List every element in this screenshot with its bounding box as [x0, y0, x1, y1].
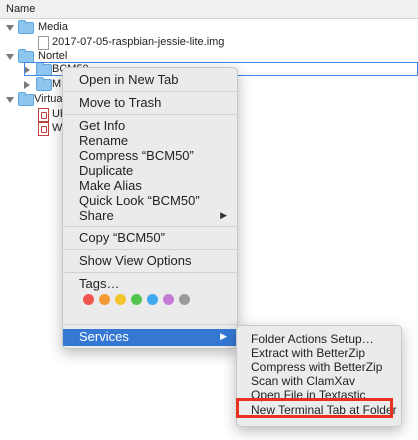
submenu-arrow-icon: ▶ — [220, 210, 227, 220]
folder-icon — [18, 20, 34, 34]
list-item[interactable]: ME — [0, 77, 69, 92]
menu-item-rename[interactable]: Rename — [79, 133, 128, 149]
submenu-item-scan-clamxav[interactable]: Scan with ClamXav — [251, 374, 355, 388]
item-label: 2017-07-05-raspbian-jessie-lite.img — [52, 36, 225, 48]
menu-item-services-label: Services — [79, 329, 129, 344]
submenu-item-compress-betterzip[interactable]: Compress with BetterZip — [251, 360, 382, 374]
menu-item-show-view-options[interactable]: Show View Options — [79, 253, 192, 269]
name-column-label: Name — [6, 3, 36, 15]
tag-orange-icon[interactable] — [99, 294, 110, 305]
menu-item-copy[interactable]: Copy “BCM50” — [79, 230, 165, 246]
menu-item-services[interactable]: Services ▶ — [63, 329, 237, 346]
submenu-item-folder-actions[interactable]: Folder Actions Setup… — [251, 332, 374, 346]
menu-item-make-alias[interactable]: Make Alias — [79, 178, 142, 194]
menu-item-share[interactable]: Share — [79, 208, 114, 224]
menu-separator — [63, 272, 237, 273]
menu-separator — [63, 324, 237, 325]
column-header[interactable]: Name — [0, 0, 418, 19]
tag-purple-icon[interactable] — [163, 294, 174, 305]
highlight-annotation-box — [236, 398, 393, 418]
item-label: Virtua — [34, 93, 63, 105]
tag-blue-icon[interactable] — [147, 294, 158, 305]
list-item[interactable]: Virtua — [0, 92, 63, 107]
submenu-item-extract-betterzip[interactable]: Extract with BetterZip — [251, 346, 365, 360]
list-item[interactable]: 2017-07-05-raspbian-jessie-lite.img — [0, 35, 418, 50]
disclosure-triangle-icon[interactable] — [6, 97, 14, 103]
vm-file-icon — [38, 108, 49, 122]
menu-separator — [63, 91, 237, 92]
disclosure-triangle-icon[interactable] — [24, 81, 30, 89]
context-menu: Open in New Tab Move to Trash Get Info R… — [62, 67, 238, 349]
menu-item-move-to-trash[interactable]: Move to Trash — [79, 95, 161, 111]
disclosure-triangle-icon[interactable] — [6, 25, 14, 31]
tag-yellow-icon[interactable] — [115, 294, 126, 305]
menu-item-duplicate[interactable]: Duplicate — [79, 163, 133, 179]
item-label: Media — [38, 21, 68, 33]
menu-item-open-in-new-tab[interactable]: Open in New Tab — [79, 72, 179, 88]
tag-green-icon[interactable] — [131, 294, 142, 305]
menu-item-quick-look[interactable]: Quick Look “BCM50” — [79, 193, 200, 209]
menu-separator — [63, 249, 237, 250]
tag-gray-icon[interactable] — [179, 294, 190, 305]
file-icon — [38, 36, 49, 50]
menu-separator — [63, 114, 237, 115]
list-item[interactable]: Ub — [0, 107, 66, 122]
list-item[interactable]: Media — [0, 20, 418, 35]
menu-item-get-info[interactable]: Get Info — [79, 118, 125, 134]
folder-icon — [18, 92, 34, 106]
submenu-arrow-icon: ▶ — [220, 331, 227, 341]
list-item[interactable]: Wi — [0, 121, 65, 136]
vm-file-icon — [38, 122, 49, 136]
menu-item-tags[interactable]: Tags… — [79, 276, 119, 292]
folder-icon — [36, 77, 52, 91]
tag-red-icon[interactable] — [83, 294, 94, 305]
menu-item-compress[interactable]: Compress “BCM50” — [79, 148, 194, 164]
menu-separator — [63, 226, 237, 227]
disclosure-triangle-icon[interactable] — [6, 54, 14, 60]
